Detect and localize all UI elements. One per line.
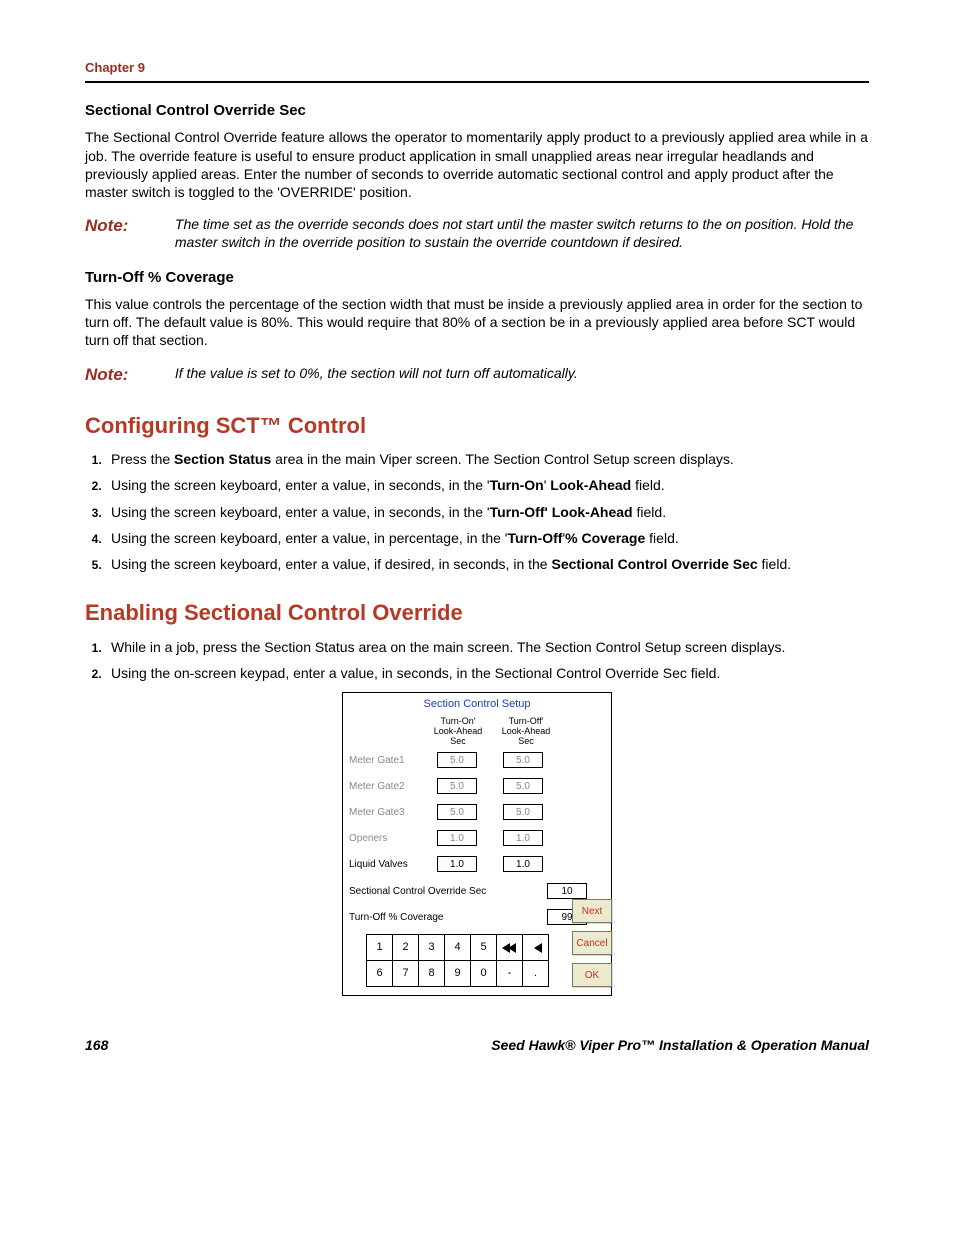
note-block-1: Note: The time set as the override secon… <box>85 215 869 251</box>
lookahead-row: Liquid Valves 1.0 1.0 <box>349 851 605 877</box>
heading-enabling: Enabling Sectional Control Override <box>85 599 869 628</box>
steps-configuring: Press the Section Status area in the mai… <box>85 450 869 573</box>
row-label: Meter Gate2 <box>349 780 429 793</box>
col-turn-off: Turn-Off'Look-AheadSec <box>497 717 555 747</box>
row-label: Openers <box>349 832 429 845</box>
backspace-key[interactable] <box>522 934 549 961</box>
turn-off-input[interactable]: 5.0 <box>503 778 543 794</box>
note-body: The time set as the override seconds doe… <box>175 215 863 251</box>
step-1: While in a job, press the Section Status… <box>105 638 869 656</box>
lookahead-row: Meter Gate3 5.0 5.0 <box>349 799 605 825</box>
cancel-button[interactable]: Cancel <box>572 931 612 955</box>
keypad-key-4[interactable]: 4 <box>444 934 471 961</box>
turn-on-input[interactable]: 5.0 <box>437 778 477 794</box>
note-block-2: Note: If the value is set to 0%, the sec… <box>85 364 869 386</box>
override-row: Sectional Control Override Sec 10 <box>349 883 605 899</box>
keypad-key-6[interactable]: 6 <box>366 960 393 987</box>
page-footer: 168 Seed Hawk® Viper Pro™ Installation &… <box>85 1036 869 1054</box>
lookahead-row: Meter Gate2 5.0 5.0 <box>349 773 605 799</box>
dialog-title: Section Control Setup <box>349 697 605 711</box>
step-3: Using the screen keyboard, enter a value… <box>105 503 869 521</box>
step-2: Using the screen keyboard, enter a value… <box>105 476 869 494</box>
lookahead-row: Meter Gate1 5.0 5.0 <box>349 747 605 773</box>
keypad-key-3[interactable]: 3 <box>418 934 445 961</box>
coverage-label: Turn-Off % Coverage <box>349 911 539 924</box>
step-1: Press the Section Status area in the mai… <box>105 450 869 468</box>
turn-on-input[interactable]: 5.0 <box>437 804 477 820</box>
turn-on-input[interactable]: 1.0 <box>437 856 477 872</box>
turn-on-input[interactable]: 1.0 <box>437 830 477 846</box>
turn-off-input[interactable]: 5.0 <box>503 804 543 820</box>
keypad: 12345 67890-. <box>367 935 549 987</box>
chapter-label: Chapter 9 <box>85 60 869 83</box>
heading-configuring: Configuring SCT™ Control <box>85 412 869 441</box>
next-button[interactable]: Next <box>572 899 612 923</box>
keypad-key-2[interactable]: 2 <box>392 934 419 961</box>
turn-off-input[interactable]: 1.0 <box>503 856 543 872</box>
ok-button[interactable]: OK <box>572 963 612 987</box>
section-control-setup-dialog: Section Control Setup Turn-On'Look-Ahead… <box>342 692 612 996</box>
section-heading-coverage: Turn-Off % Coverage <box>85 268 869 288</box>
coverage-row: Turn-Off % Coverage 99 <box>349 909 605 925</box>
keypad-key-1[interactable]: 1 <box>366 934 393 961</box>
keypad-key-9[interactable]: 9 <box>444 960 471 987</box>
turn-on-input[interactable]: 5.0 <box>437 752 477 768</box>
row-label: Liquid Valves <box>349 858 429 871</box>
note-body: If the value is set to 0%, the section w… <box>175 364 863 382</box>
section-heading-override: Sectional Control Override Sec <box>85 101 869 121</box>
column-headers: Turn-On'Look-AheadSec Turn-Off'Look-Ahea… <box>349 717 605 747</box>
step-2: Using the on-screen keypad, enter a valu… <box>105 664 869 682</box>
manual-title: Seed Hawk® Viper Pro™ Installation & Ope… <box>491 1036 869 1054</box>
keypad-key-minus[interactable]: - <box>496 960 523 987</box>
turn-off-input[interactable]: 5.0 <box>503 752 543 768</box>
keypad-key-8[interactable]: 8 <box>418 960 445 987</box>
section-para-override: The Sectional Control Override feature a… <box>85 128 869 201</box>
step-5: Using the screen keyboard, enter a value… <box>105 555 869 573</box>
note-label: Note: <box>85 215 171 237</box>
row-label: Meter Gate3 <box>349 806 429 819</box>
steps-enabling: While in a job, press the Section Status… <box>85 638 869 682</box>
turn-off-input[interactable]: 1.0 <box>503 830 543 846</box>
section-para-coverage: This value controls the percentage of th… <box>85 295 869 350</box>
keypad-key-7[interactable]: 7 <box>392 960 419 987</box>
page-number: 168 <box>85 1036 108 1054</box>
step-4: Using the screen keyboard, enter a value… <box>105 529 869 547</box>
override-input[interactable]: 10 <box>547 883 587 899</box>
col-turn-on: Turn-On'Look-AheadSec <box>429 717 487 747</box>
keypad-key-dot[interactable]: . <box>522 960 549 987</box>
keypad-key-0[interactable]: 0 <box>470 960 497 987</box>
override-label: Sectional Control Override Sec <box>349 885 539 898</box>
row-label: Meter Gate1 <box>349 754 429 767</box>
note-label: Note: <box>85 364 171 386</box>
lookahead-row: Openers 1.0 1.0 <box>349 825 605 851</box>
keypad-key-5[interactable]: 5 <box>470 934 497 961</box>
backspace-all-key[interactable] <box>496 934 523 961</box>
